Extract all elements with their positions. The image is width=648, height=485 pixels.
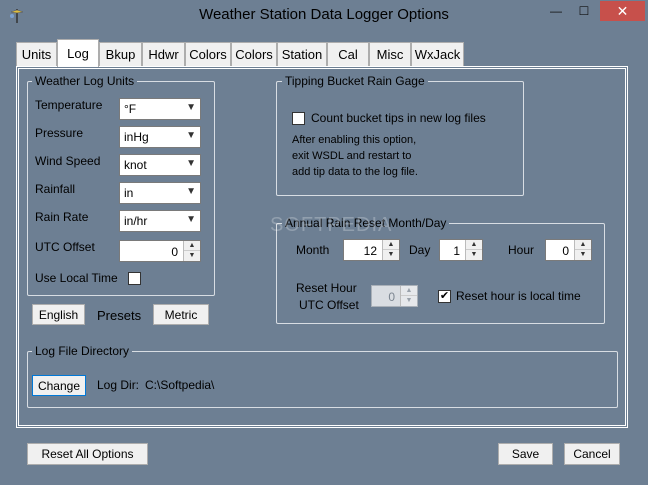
use-local-time-checkbox[interactable]: [128, 272, 141, 285]
spinner-buttons: ▲ ▼: [465, 240, 482, 260]
chevron-down-icon: ▼: [186, 130, 196, 141]
rainfall-label: Rainfall: [35, 182, 76, 196]
metric-preset-button[interactable]: Metric: [153, 304, 209, 325]
tab-misc[interactable]: Misc: [369, 42, 411, 66]
cancel-button[interactable]: Cancel: [564, 443, 620, 465]
change-directory-button[interactable]: Change: [32, 375, 86, 396]
spin-up-icon[interactable]: ▲: [383, 240, 399, 250]
reset-hour-local-checkbox[interactable]: ✔: [438, 290, 451, 303]
temperature-select[interactable]: °F ▼: [119, 98, 201, 120]
temperature-label: Temperature: [35, 98, 103, 112]
month-label: Month: [296, 243, 330, 257]
temperature-value: °F: [124, 102, 137, 116]
maximize-button[interactable]: ☐: [570, 1, 598, 21]
reset-hour-label: Reset Hour: [296, 281, 357, 295]
utc-offset-label: UTC Offset: [35, 240, 95, 254]
wind-speed-select[interactable]: knot ▼: [119, 154, 201, 176]
log-dir-label: Log Dir:: [97, 378, 140, 392]
close-button[interactable]: ✕: [600, 1, 645, 21]
tab-bkup[interactable]: Bkup: [99, 42, 142, 66]
count-bucket-tips-label: Count bucket tips in new log files: [311, 111, 486, 125]
count-bucket-tips-checkbox[interactable]: [292, 112, 305, 125]
spinner-buttons: ▲ ▼: [183, 241, 200, 261]
spin-down-icon[interactable]: ▼: [466, 250, 482, 260]
log-dir-value: C:\Softpedia\: [145, 378, 215, 392]
spinner-buttons: ▲ ▼: [574, 240, 591, 260]
reset-all-options-button[interactable]: Reset All Options: [27, 443, 148, 465]
reset-utc-offset-spinner: 0 ▲ ▼: [371, 285, 418, 307]
tab-units[interactable]: Units: [16, 42, 57, 66]
utc-offset-spinner[interactable]: 0 ▲ ▼: [119, 240, 201, 262]
month-value: 12: [363, 244, 377, 258]
rain-rate-value: in/hr: [124, 214, 148, 228]
hour-value: 0: [562, 244, 569, 258]
pressure-label: Pressure: [35, 126, 84, 140]
spinner-buttons: ▲ ▼: [400, 286, 417, 306]
log-file-directory-title: Log File Directory: [32, 344, 133, 358]
reset-utc-offset-value: 0: [388, 290, 395, 304]
spin-up-icon[interactable]: ▲: [466, 240, 482, 250]
spin-up-icon[interactable]: ▲: [575, 240, 591, 250]
wind-speed-label: Wind Speed: [35, 154, 101, 168]
presets-label: Presets: [97, 308, 142, 323]
spin-down-icon: ▼: [401, 296, 417, 306]
wind-speed-value: knot: [124, 158, 147, 172]
spin-up-icon[interactable]: ▲: [184, 241, 200, 251]
utc-offset-value: 0: [171, 245, 178, 259]
tab-colors-1[interactable]: Colors: [185, 42, 231, 66]
rainfall-select[interactable]: in ▼: [119, 182, 201, 204]
english-preset-button[interactable]: English: [32, 304, 85, 325]
tab-cal[interactable]: Cal: [327, 42, 369, 66]
day-value: 1: [453, 244, 460, 258]
rainfall-value: in: [124, 186, 134, 200]
chevron-down-icon: ▼: [186, 186, 196, 197]
weather-log-units-title: Weather Log Units: [32, 74, 138, 88]
tipping-note-line3: add tip data to the log file.: [292, 166, 418, 178]
spin-up-icon: ▲: [401, 286, 417, 296]
day-label: Day: [409, 243, 431, 257]
tipping-bucket-title: Tipping Bucket Rain Gage: [282, 74, 428, 88]
hour-spinner[interactable]: 0 ▲ ▼: [545, 239, 592, 261]
rain-rate-select[interactable]: in/hr ▼: [119, 210, 201, 232]
pressure-select[interactable]: inHg ▼: [119, 126, 201, 148]
use-local-time-label: Use Local Time: [35, 271, 118, 285]
pressure-value: inHg: [124, 130, 149, 144]
tab-colors-2[interactable]: Colors: [231, 42, 277, 66]
chevron-down-icon: ▼: [186, 102, 196, 113]
spin-down-icon[interactable]: ▼: [575, 250, 591, 260]
rain-rate-label: Rain Rate: [35, 210, 89, 224]
save-button[interactable]: Save: [498, 443, 553, 465]
month-spinner[interactable]: 12 ▲ ▼: [343, 239, 400, 261]
minimize-button[interactable]: —: [542, 1, 570, 21]
spinner-buttons: ▲ ▼: [382, 240, 399, 260]
tab-wxjack[interactable]: WxJack: [411, 42, 464, 66]
spin-down-icon[interactable]: ▼: [184, 251, 200, 261]
chevron-down-icon: ▼: [186, 158, 196, 169]
tipping-note-line1: After enabling this option,: [292, 134, 417, 146]
reset-utc-offset-label: UTC Offset: [299, 298, 359, 312]
spin-down-icon[interactable]: ▼: [383, 250, 399, 260]
tab-log[interactable]: Log: [57, 39, 99, 67]
reset-hour-local-label: Reset hour is local time: [456, 289, 581, 303]
hour-label: Hour: [508, 243, 535, 257]
tab-station[interactable]: Station: [277, 42, 327, 66]
chevron-down-icon: ▼: [186, 214, 196, 225]
tab-hdwr[interactable]: Hdwr: [142, 42, 185, 66]
day-spinner[interactable]: 1 ▲ ▼: [439, 239, 483, 261]
tipping-note-line2: exit WSDL and restart to: [292, 150, 412, 162]
softpedia-watermark: SOFTPEDIA: [270, 214, 393, 236]
